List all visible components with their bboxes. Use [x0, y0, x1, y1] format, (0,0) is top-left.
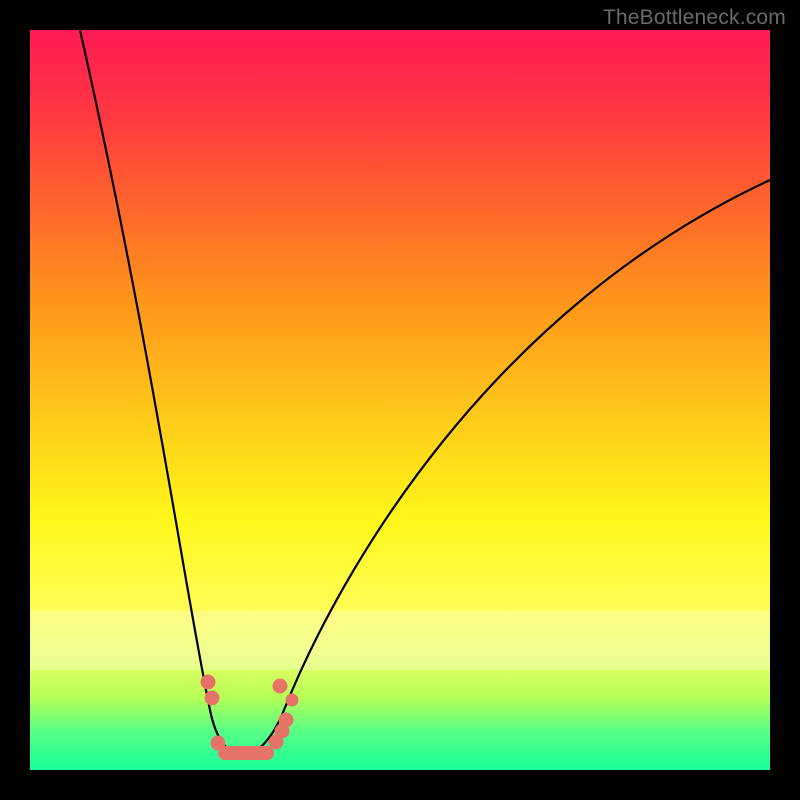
chart-markers — [201, 675, 299, 761]
watermark-text: TheBottleneck.com — [603, 6, 786, 30]
bottleneck-curve — [80, 30, 770, 755]
chart-marker — [273, 679, 288, 694]
chart-svg — [30, 30, 770, 770]
chart-marker — [201, 675, 216, 690]
chart-marker — [211, 736, 226, 751]
chart-marker — [279, 713, 294, 728]
chart-marker — [205, 691, 220, 706]
chart-marker — [286, 694, 299, 707]
chart-marker — [218, 746, 274, 760]
